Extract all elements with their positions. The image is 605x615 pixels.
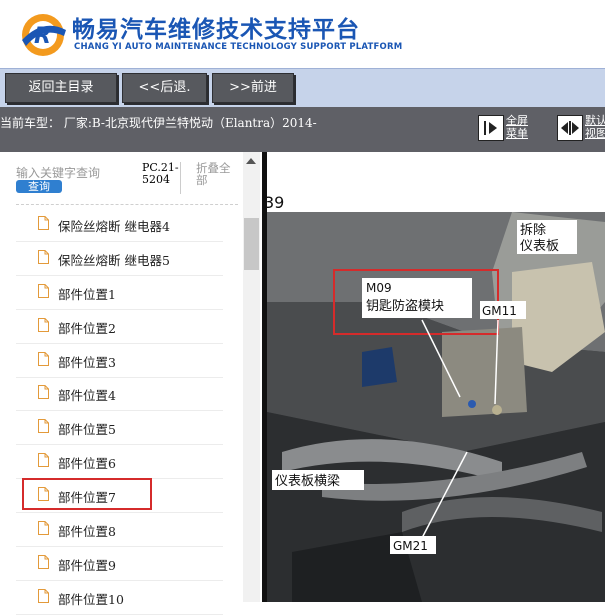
label-crossbeam: 仪表板横梁 bbox=[275, 474, 340, 489]
list-item-label: 保险丝熔断 继电器4 bbox=[58, 219, 170, 234]
logo-icon: R bbox=[22, 14, 66, 56]
header: R 畅易汽车维修技术支持平台 CHANG YI AUTO MAINTENANCE… bbox=[0, 0, 605, 68]
document-icon bbox=[38, 521, 49, 535]
brand-subtitle: CHANG YI AUTO MAINTENANCE TECHNOLOGY SUP… bbox=[74, 42, 403, 52]
home-button[interactable]: 返回主目录 bbox=[5, 73, 117, 103]
diagram-photo: 39 拆除 仪表板 M09 钥匙防盗模块 GM11 仪表板横梁 GM21 bbox=[262, 152, 605, 602]
list-item[interactable]: 保险丝熔断 继电器5 bbox=[16, 242, 223, 276]
forward-button[interactable]: >>前进 bbox=[212, 73, 294, 103]
list-item[interactable]: 部件位置4 bbox=[16, 377, 223, 411]
list-item-label: 部件位置4 bbox=[58, 388, 116, 403]
label-gm21: GM21 bbox=[393, 539, 428, 553]
divider bbox=[16, 204, 238, 205]
label-immobilizer: 钥匙防盗模块 bbox=[366, 298, 444, 314]
list-item[interactable]: 部件位置2 bbox=[16, 310, 223, 344]
nav-bar: 返回主目录 <<后退. >>前进 bbox=[0, 68, 605, 107]
default-view-button[interactable] bbox=[557, 115, 583, 141]
document-icon bbox=[38, 352, 49, 366]
search-input[interactable]: 输入关键字查询 bbox=[16, 164, 100, 181]
sidebar: 输入关键字查询 查询 PC.21-5204 折叠全部 保险丝熔断 继电器4 保险… bbox=[0, 152, 262, 615]
list-item[interactable]: 部件位置1 bbox=[16, 276, 223, 310]
document-icon bbox=[38, 555, 49, 569]
scroll-up-icon[interactable] bbox=[246, 158, 256, 164]
vehicle-bar: 当前车型： 厂家:B-北京现代伊兰特悦动（Elantra）2014- 全屏 菜单… bbox=[0, 107, 605, 152]
document-icon bbox=[38, 284, 49, 298]
selected-item-highlight bbox=[22, 478, 152, 510]
label-gm11: GM11 bbox=[482, 304, 517, 318]
default-view-label[interactable]: 默认 视图 bbox=[585, 114, 605, 140]
list-item-label: 部件位置1 bbox=[58, 287, 116, 302]
label-remove: 拆除 bbox=[520, 223, 546, 238]
document-icon bbox=[38, 250, 49, 264]
list-item[interactable]: 部件位置9 bbox=[16, 547, 223, 581]
component-diagram: 39 拆除 仪表板 M09 钥匙防盗模块 GM11 仪表板横梁 GM21 bbox=[262, 152, 605, 602]
list-item[interactable]: 部件位置10 bbox=[16, 581, 223, 615]
svg-text:R: R bbox=[34, 24, 51, 49]
fullscreen-menu-label[interactable]: 全屏 菜单 bbox=[506, 114, 528, 140]
list-item[interactable]: 部件位置8 bbox=[16, 513, 223, 547]
brand-title: 畅易汽车维修技术支持平台 bbox=[72, 17, 360, 43]
query-button[interactable]: 查询 bbox=[16, 180, 62, 193]
document-icon bbox=[38, 318, 49, 332]
sidebar-scrollbar[interactable] bbox=[243, 152, 260, 602]
vehicle-model-text: 当前车型： 厂家:B-北京现代伊兰特悦动（Elantra）2014- bbox=[0, 116, 317, 130]
list-item[interactable]: 部件位置5 bbox=[16, 411, 223, 445]
list-item-label: 部件位置9 bbox=[58, 558, 116, 573]
fullscreen-icon bbox=[484, 121, 497, 135]
list-item-label: 部件位置10 bbox=[58, 592, 124, 607]
list-item-label: 部件位置8 bbox=[58, 524, 116, 539]
list-item-label: 部件位置2 bbox=[58, 321, 116, 336]
list-item-label: 部件位置6 bbox=[58, 456, 116, 471]
list-item-label: 保险丝熔断 继电器5 bbox=[58, 253, 170, 268]
label-m09: M09 bbox=[366, 281, 392, 295]
document-icon bbox=[38, 385, 49, 399]
back-button[interactable]: <<后退. bbox=[122, 73, 207, 103]
list-item-label: 部件位置3 bbox=[58, 355, 116, 370]
list-item[interactable]: 部件位置6 bbox=[16, 445, 223, 479]
list-item[interactable]: 部件位置3 bbox=[16, 344, 223, 378]
document-icon bbox=[38, 419, 49, 433]
list-item-label: 部件位置5 bbox=[58, 422, 116, 437]
collapse-all-link[interactable]: 折叠全部 bbox=[196, 162, 236, 186]
default-view-icon bbox=[561, 121, 579, 135]
document-icon bbox=[38, 453, 49, 467]
list-item[interactable]: 保险丝熔断 继电器4 bbox=[16, 208, 223, 242]
label-instrument-panel: 仪表板 bbox=[520, 239, 559, 254]
page-number: 39 bbox=[264, 193, 284, 212]
scroll-thumb[interactable] bbox=[244, 218, 259, 270]
document-icon bbox=[38, 589, 49, 603]
document-icon bbox=[38, 216, 49, 230]
fullscreen-menu-button[interactable] bbox=[478, 115, 504, 141]
pc-number: PC.21-5204 bbox=[142, 162, 181, 194]
